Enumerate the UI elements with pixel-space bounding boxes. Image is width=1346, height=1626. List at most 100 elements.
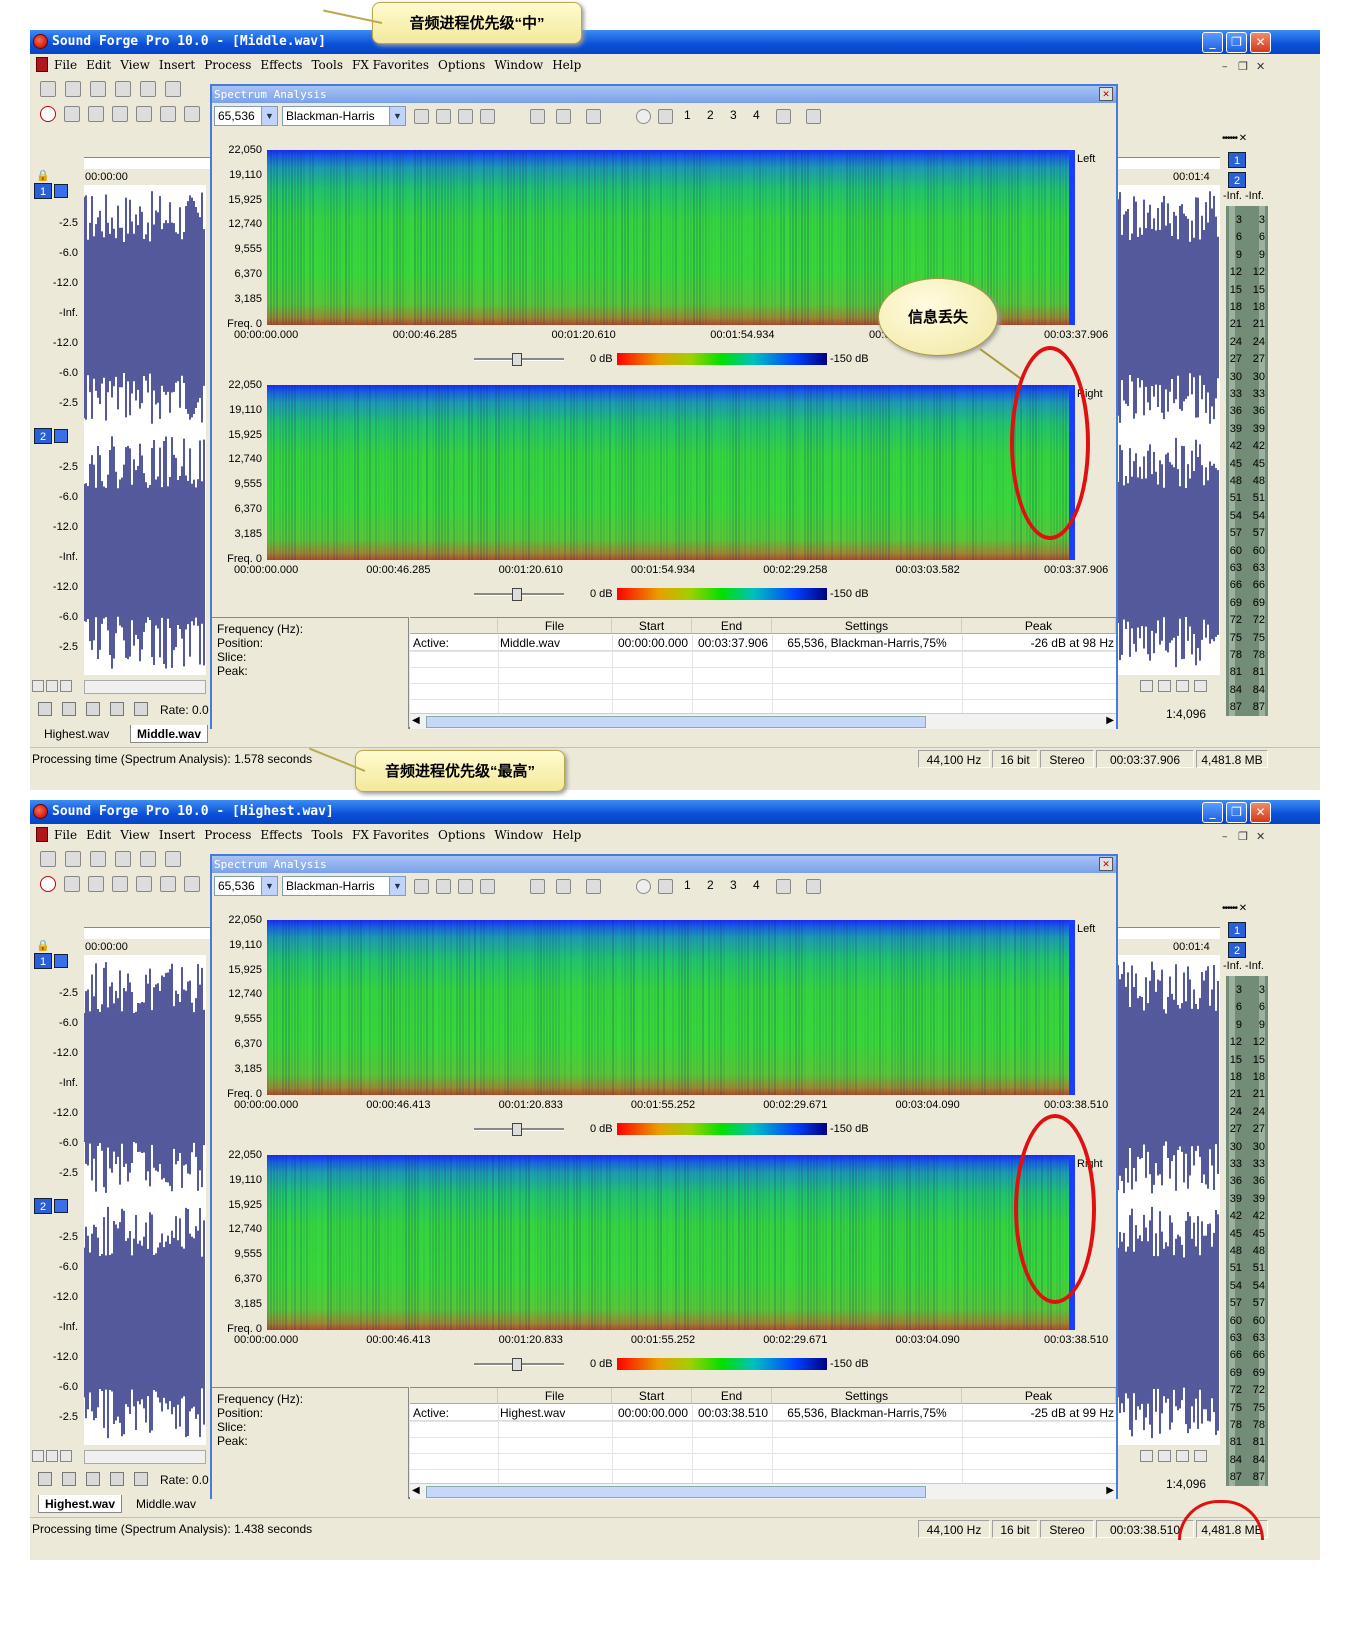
zoom-in-right-icon[interactable] — [1158, 680, 1171, 692]
minimize-icon[interactable]: _ — [1202, 32, 1223, 53]
spectrogram-left[interactable] — [267, 920, 1075, 1095]
play-small-icon[interactable] — [110, 1472, 124, 1486]
view-3-button[interactable]: 3 — [730, 108, 737, 122]
zoom-out-right-icon[interactable] — [1176, 680, 1189, 692]
table-icon[interactable] — [658, 109, 673, 124]
render-icon[interactable] — [165, 81, 181, 97]
document-icon[interactable] — [36, 57, 48, 72]
table-header[interactable]: Peak — [962, 618, 1116, 634]
table-scrollbar-thumb[interactable] — [426, 716, 926, 728]
tab-middle[interactable]: Middle.wav — [130, 725, 209, 743]
fft-size-select[interactable]: 65,536 ▼ — [214, 106, 278, 126]
minimize-icon[interactable]: _ — [1202, 802, 1223, 823]
go-end-small-icon[interactable] — [62, 702, 76, 716]
pen-icon[interactable] — [776, 109, 791, 124]
meter-channel-2-button[interactable]: 2 — [1228, 172, 1246, 188]
waveform-channel-2-left[interactable] — [84, 1200, 206, 1445]
scroll-left-icon[interactable] — [60, 680, 72, 692]
spectrum-title-bar[interactable]: Spectrum Analysis ✕ — [212, 86, 1116, 103]
go-start-small-icon[interactable] — [38, 1472, 52, 1486]
gain-slider-knob[interactable] — [512, 588, 522, 601]
refresh-icon[interactable] — [436, 879, 451, 894]
close-icon[interactable]: ✕ — [1250, 802, 1271, 823]
refresh-icon[interactable] — [436, 109, 451, 124]
channel-1-button[interactable]: 1 — [34, 183, 52, 199]
view-2-button[interactable]: 2 — [707, 108, 714, 122]
table-scrollbar-thumb[interactable] — [426, 1486, 926, 1498]
table-header[interactable] — [410, 1388, 498, 1404]
meter-channel-1-button[interactable]: 1 — [1228, 152, 1246, 168]
color-icon[interactable] — [586, 879, 601, 894]
menu-file[interactable]: File — [54, 825, 77, 845]
table-header[interactable]: Settings — [772, 1388, 962, 1404]
scroll-left-icon[interactable] — [60, 1450, 72, 1462]
scroll-right-icon[interactable] — [1140, 1450, 1153, 1462]
pause-icon[interactable] — [136, 106, 152, 122]
waveform-channel-2-right[interactable] — [1118, 430, 1220, 675]
settings-icon[interactable] — [414, 109, 429, 124]
zoom-out-icon[interactable] — [46, 1450, 58, 1462]
scroll-right-icon[interactable]: ▶ — [1106, 1485, 1114, 1496]
waveform-channel-2-left[interactable] — [84, 430, 206, 675]
view-4-button[interactable]: 4 — [753, 878, 760, 892]
spectrogram-right[interactable] — [267, 385, 1075, 560]
go-start-small-icon[interactable] — [38, 702, 52, 716]
menu-edit[interactable]: Edit — [86, 825, 111, 845]
menu-view[interactable]: View — [120, 55, 150, 75]
zoom-out-icon[interactable] — [46, 680, 58, 692]
pause-icon[interactable] — [136, 876, 152, 892]
waveform-channel-1-left[interactable] — [84, 185, 206, 430]
monitor-icon[interactable] — [458, 109, 473, 124]
menu-tools[interactable]: Tools — [311, 55, 343, 75]
stop-icon[interactable] — [160, 106, 176, 122]
play-icon[interactable] — [112, 876, 128, 892]
gain-slider-knob[interactable] — [512, 353, 522, 366]
mdi-minimize-icon[interactable]: – — [1222, 57, 1228, 77]
table-header[interactable]: File — [498, 1388, 612, 1404]
stop-icon[interactable] — [160, 876, 176, 892]
table-scrollbar[interactable]: ◀ ▶ — [410, 1483, 1116, 1499]
horizontal-scrollbar[interactable] — [84, 680, 206, 694]
table-header[interactable]: End — [692, 1388, 772, 1404]
menu-fx-favorites[interactable]: FX Favorites — [352, 825, 429, 845]
play-icon[interactable] — [112, 106, 128, 122]
menu-process[interactable]: Process — [204, 55, 251, 75]
fit-icon[interactable] — [1194, 1450, 1207, 1462]
menu-tools[interactable]: Tools — [311, 825, 343, 845]
menu-fx-favorites[interactable]: FX Favorites — [352, 55, 429, 75]
go-end-small-icon[interactable] — [62, 1472, 76, 1486]
menu-effects[interactable]: Effects — [260, 825, 302, 845]
table-icon[interactable] — [658, 879, 673, 894]
play-all-icon[interactable] — [88, 106, 104, 122]
stop-small-icon[interactable] — [86, 1472, 100, 1486]
gain-slider-knob[interactable] — [512, 1123, 522, 1136]
zoom-in-right-icon[interactable] — [1158, 1450, 1171, 1462]
spectrogram-right[interactable] — [267, 1155, 1075, 1330]
scroll-left-icon[interactable]: ◀ — [412, 1485, 420, 1496]
record-icon[interactable] — [40, 876, 56, 892]
maximize-icon[interactable]: ❐ — [1226, 802, 1247, 823]
save-icon[interactable] — [90, 851, 106, 867]
stop-small-icon[interactable] — [86, 702, 100, 716]
play-small-icon[interactable] — [110, 702, 124, 716]
meter-channel-2-button[interactable]: 2 — [1228, 942, 1246, 958]
go-start-icon[interactable] — [184, 876, 200, 892]
print-icon[interactable] — [806, 879, 821, 894]
channel-1-minimize-icon[interactable] — [54, 954, 68, 968]
menu-view[interactable]: View — [120, 825, 150, 845]
table-header[interactable]: Peak — [962, 1388, 1116, 1404]
meter-channel-1-button[interactable]: 1 — [1228, 922, 1246, 938]
mdi-restore-icon[interactable]: ❐ — [1238, 827, 1248, 847]
go-start-icon[interactable] — [184, 106, 200, 122]
fft-size-select[interactable]: 65,536 ▼ — [214, 876, 278, 896]
horizontal-scrollbar[interactable] — [84, 1450, 206, 1464]
zoom-in-icon[interactable] — [32, 680, 44, 692]
loop-icon[interactable] — [64, 876, 80, 892]
waveform-channel-2-right[interactable] — [1118, 1200, 1220, 1445]
window-function-select[interactable]: Blackman-Harris ▼ — [282, 106, 406, 126]
lock-icon[interactable]: 🔒 — [36, 939, 50, 952]
menu-file[interactable]: File — [54, 55, 77, 75]
loop-icon[interactable] — [64, 106, 80, 122]
mdi-close-icon[interactable]: ✕ — [1256, 827, 1265, 847]
mark-icon[interactable] — [134, 702, 148, 716]
